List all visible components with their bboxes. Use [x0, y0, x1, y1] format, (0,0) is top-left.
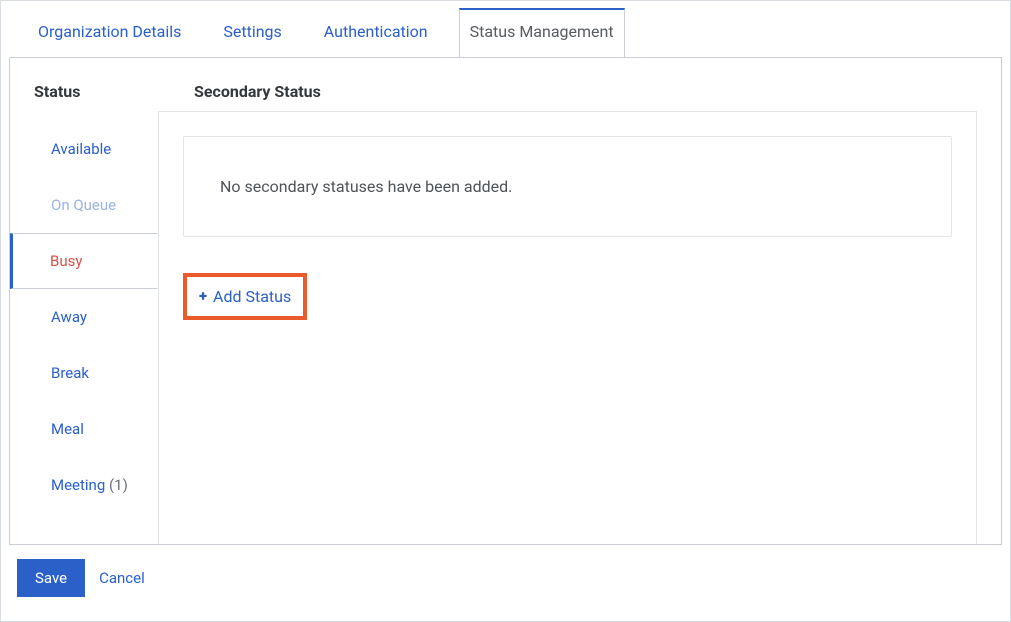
scroll-area[interactable]: Status Secondary Status Available On Que… [10, 58, 1001, 544]
empty-state-card: No secondary statuses have been added. [183, 136, 952, 237]
tab-settings[interactable]: Settings [212, 7, 292, 58]
status-management-panel: Status Secondary Status Available On Que… [9, 57, 1002, 545]
status-list: Available On Queue Busy Away Break Meal … [10, 111, 158, 544]
status-item-busy[interactable]: Busy [10, 233, 158, 289]
content-row: Available On Queue Busy Away Break Meal … [10, 111, 1001, 544]
status-item-meeting-label: Meeting [51, 476, 105, 494]
add-status-highlight: + Add Status [183, 273, 307, 320]
save-button[interactable]: Save [17, 559, 85, 597]
tab-organization-details[interactable]: Organization Details [27, 7, 192, 58]
status-item-meal[interactable]: Meal [10, 401, 158, 457]
column-headers: Status Secondary Status [10, 58, 1001, 111]
status-item-meeting[interactable]: Meeting (1) [10, 457, 158, 513]
status-item-available[interactable]: Available [10, 121, 158, 177]
plus-icon: + [199, 289, 207, 304]
tab-status-management[interactable]: Status Management [459, 8, 625, 58]
status-item-away[interactable]: Away [10, 289, 158, 345]
tab-bar: Organization Details Settings Authentica… [9, 9, 1002, 57]
status-item-on-queue[interactable]: On Queue [10, 177, 158, 233]
cancel-button[interactable]: Cancel [99, 569, 145, 587]
status-item-meeting-count: (1) [109, 476, 128, 494]
header-secondary-status: Secondary Status [194, 82, 321, 101]
status-item-break[interactable]: Break [10, 345, 158, 401]
add-status-label: Add Status [213, 287, 291, 306]
footer-actions: Save Cancel [9, 545, 1002, 597]
tab-authentication[interactable]: Authentication [313, 7, 439, 58]
page-root: Organization Details Settings Authentica… [0, 0, 1011, 622]
header-status: Status [34, 82, 194, 101]
add-status-button[interactable]: + Add Status [189, 279, 301, 314]
empty-state-message: No secondary statuses have been added. [220, 177, 512, 196]
secondary-status-area: No secondary statuses have been added. +… [158, 111, 977, 544]
